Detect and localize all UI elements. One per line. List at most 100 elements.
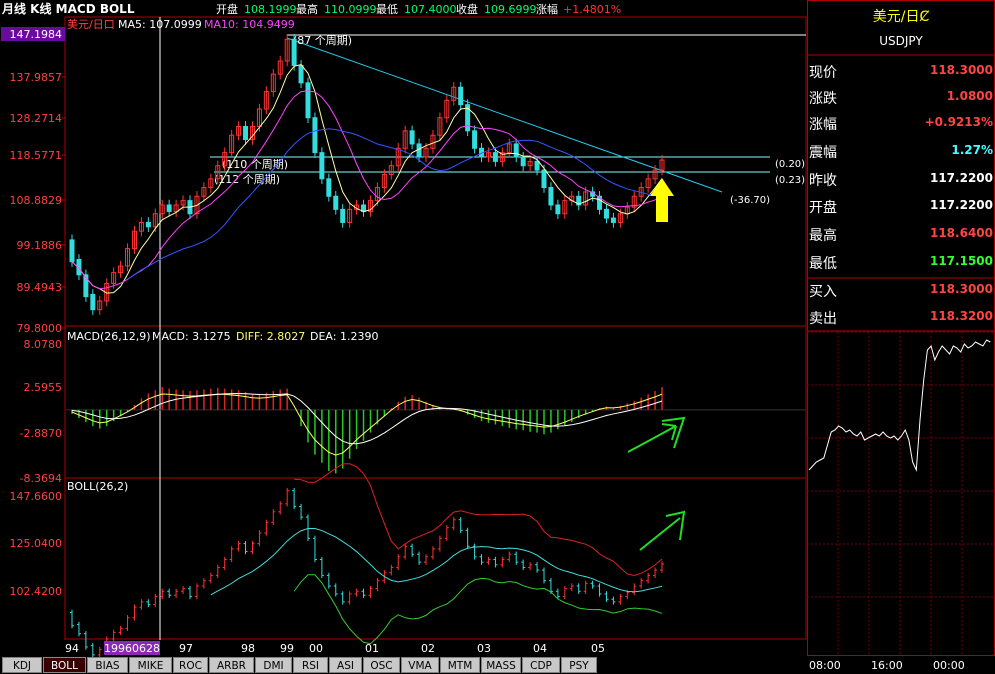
tab-osc[interactable]: OSC bbox=[363, 657, 400, 673]
tab-rsi[interactable]: RSI bbox=[293, 657, 328, 673]
macd-histogram bbox=[66, 387, 806, 474]
candle-body bbox=[513, 143, 519, 158]
candle-body bbox=[305, 82, 311, 119]
tab-boll[interactable]: BOLL bbox=[43, 657, 86, 673]
chart-title: 月线 K线 MACD BOLL bbox=[1, 1, 135, 16]
intraday-grid bbox=[807, 331, 995, 655]
tab-mtm[interactable]: MTM bbox=[440, 657, 480, 673]
main-y-tick: 137.9857 bbox=[10, 71, 63, 84]
main-y-ticks: 137.9857 128.2714 118.5771 108.8829 99.1886 8… bbox=[10, 71, 66, 335]
quote-row-prevclose: 昨收 117.2200 bbox=[807, 170, 993, 192]
tab-kdj[interactable]: KDJ bbox=[2, 657, 42, 673]
ask-label: 卖出 bbox=[809, 311, 837, 327]
boll-price-bars bbox=[70, 487, 664, 658]
candle-body bbox=[90, 293, 96, 311]
tab-psy[interactable]: PSY bbox=[561, 657, 597, 673]
tab-mike[interactable]: MIKE bbox=[129, 657, 172, 673]
candle-body bbox=[520, 156, 526, 167]
last-label: 现价 bbox=[809, 65, 837, 81]
high-value: 110.0999 bbox=[324, 3, 377, 16]
macd-y-tick: 8.0780 bbox=[24, 338, 63, 351]
tab-cdp[interactable]: CDP bbox=[522, 657, 560, 673]
candle-body bbox=[145, 221, 151, 228]
macd-y-tick: -2.8870 bbox=[20, 427, 62, 440]
quote-pair-name: 美元/日Ȼ bbox=[872, 9, 930, 25]
tab-asi[interactable]: ASI bbox=[329, 657, 362, 673]
tab-mass[interactable]: MASS bbox=[481, 657, 521, 673]
annotation-112: (112 个周期) bbox=[214, 173, 280, 186]
pct-label: 涨幅 bbox=[809, 117, 837, 133]
boll-title: BOLL(26,2) bbox=[67, 480, 128, 493]
low-row-label: 最低 bbox=[809, 256, 837, 272]
tab-bias[interactable]: BIAS bbox=[87, 657, 128, 673]
quote-symbol: USDJPY bbox=[879, 34, 923, 48]
highlight-price: 147.1984 bbox=[10, 28, 63, 41]
tab-vma[interactable]: VMA bbox=[401, 657, 439, 673]
change-label: 涨幅 bbox=[536, 3, 558, 16]
open-row-value: 117.2200 bbox=[929, 198, 993, 212]
macd-title: MACD(26,12,9) bbox=[67, 330, 151, 343]
bid-value: 118.3000 bbox=[929, 282, 993, 296]
quote-row-change: 涨跌 1.0800 bbox=[807, 88, 993, 110]
macd-value: MACD: 3.1275 bbox=[152, 330, 231, 343]
open-row-label: 开盘 bbox=[809, 200, 837, 216]
ma20-line bbox=[127, 128, 663, 280]
x-axis-label: 97 bbox=[179, 642, 193, 655]
candle-body bbox=[458, 86, 464, 106]
quote-row-amplitude: 震幅 1.27% bbox=[807, 142, 993, 164]
pct-value: +0.9213% bbox=[924, 115, 993, 129]
x-axis-label: 99 bbox=[280, 642, 294, 655]
macd-y-tick: -8.3694 bbox=[20, 472, 62, 485]
open-label: 开盘 bbox=[216, 2, 238, 16]
quote-panel: 美元/日Ȼ USDJPY 现价 118.3000 涨跌 1.0800 涨幅 +0… bbox=[807, 0, 995, 674]
ma10-label: MA10: 104.9499 bbox=[204, 18, 295, 31]
candle-body bbox=[319, 152, 325, 180]
bid-label: 买入 bbox=[809, 284, 837, 300]
x-axis-label: 03 bbox=[477, 642, 491, 655]
x-axis-label: 98 bbox=[241, 642, 255, 655]
candle-body bbox=[312, 117, 318, 154]
prevclose-label: 昨收 bbox=[809, 173, 837, 189]
main-y-tick: 108.8829 bbox=[10, 194, 63, 207]
candle-body bbox=[555, 204, 561, 215]
x-axis-label: 00 bbox=[309, 642, 323, 655]
high-row-value: 118.6400 bbox=[929, 226, 993, 240]
tab-roc[interactable]: ROC bbox=[173, 657, 208, 673]
macd-y-tick: 2.5955 bbox=[24, 381, 63, 394]
main-y-tick: 89.4943 bbox=[17, 281, 63, 294]
x-axis-label: 02 bbox=[421, 642, 435, 655]
annotation-87: (87 个周期) bbox=[293, 34, 352, 47]
quote-row-low: 最低 117.1500 bbox=[807, 253, 993, 275]
boll-upper-band bbox=[294, 463, 663, 577]
annotation-023: (0.23) bbox=[775, 175, 805, 186]
boll-y-tick: 125.0400 bbox=[10, 537, 63, 550]
close-label: 收盘 bbox=[456, 2, 478, 16]
candle-body bbox=[492, 152, 498, 162]
change-row-value: 1.0800 bbox=[946, 89, 993, 103]
ask-value: 118.3200 bbox=[929, 309, 993, 323]
macd-y-ticks: 8.0780 2.5955 -2.8870 -8.3694 bbox=[20, 338, 62, 485]
annotation-neg3670: (-36.70) bbox=[730, 195, 770, 206]
candle-body bbox=[603, 208, 609, 219]
quote-row-high: 最高 118.6400 bbox=[807, 225, 993, 247]
diff-value: DIFF: 2.8027 bbox=[236, 330, 305, 343]
boll-y-tick: 102.4200 bbox=[10, 585, 63, 598]
intraday-time-1: 16:00 bbox=[871, 659, 903, 672]
tab-dmi[interactable]: DMI bbox=[255, 657, 292, 673]
candle-body bbox=[291, 38, 297, 66]
amplitude-value: 1.27% bbox=[951, 143, 993, 157]
amplitude-label: 震幅 bbox=[809, 145, 837, 161]
high-row-label: 最高 bbox=[809, 228, 837, 244]
boll-y-tick: 147.6600 bbox=[10, 490, 63, 503]
dea-value: DEA: 1.2390 bbox=[310, 330, 378, 343]
main-y-tick: 118.5771 bbox=[10, 149, 63, 162]
candle-body bbox=[166, 204, 172, 213]
close-value: 109.6999 bbox=[484, 3, 537, 16]
low-value: 107.4000 bbox=[404, 3, 457, 16]
candle-body bbox=[541, 169, 547, 189]
last-value: 118.3000 bbox=[929, 63, 993, 77]
boll-middle-band bbox=[210, 528, 663, 596]
intraday-time-0: 08:00 bbox=[809, 659, 841, 672]
candles-group bbox=[69, 33, 665, 315]
tab-arbr[interactable]: ARBR bbox=[209, 657, 254, 673]
